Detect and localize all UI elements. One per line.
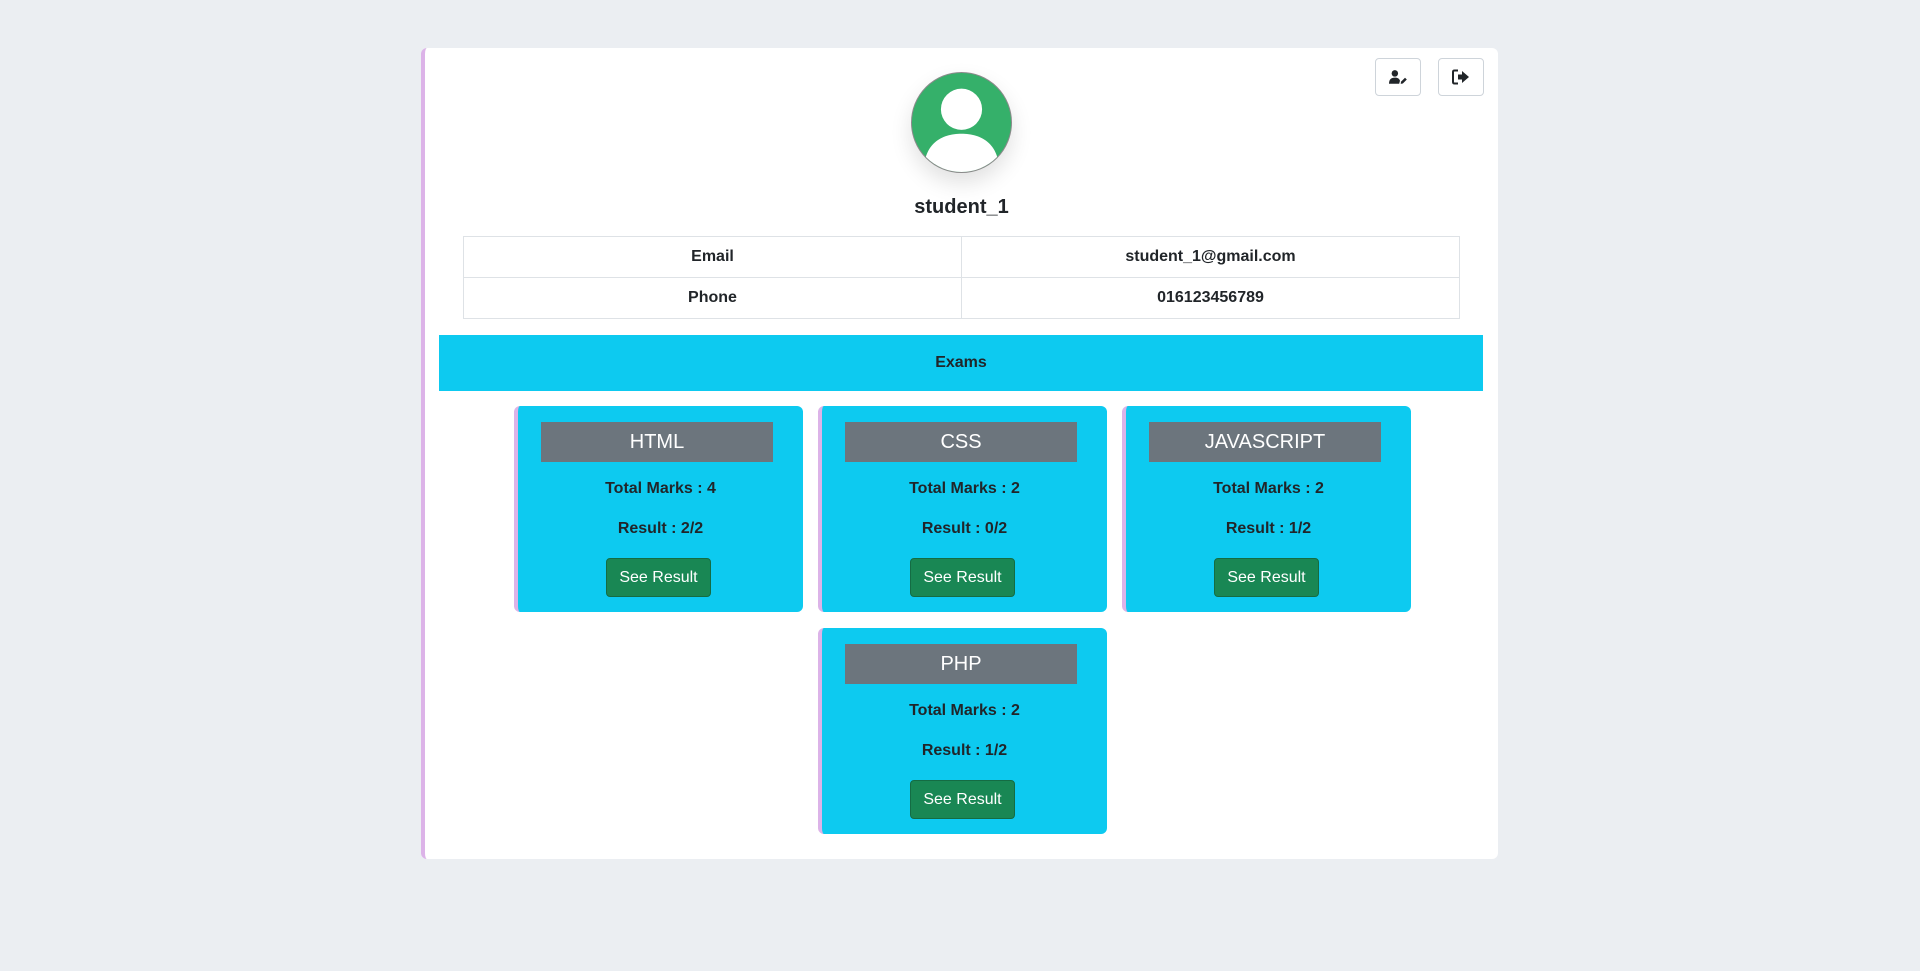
see-result-button[interactable]: See Result — [1214, 558, 1319, 597]
edit-profile-button[interactable] — [1375, 58, 1421, 96]
exam-result: Result : 2/2 — [617, 520, 704, 537]
table-row: Phone 016123456789 — [463, 277, 1460, 319]
see-result-button[interactable]: See Result — [606, 558, 711, 597]
email-value: student_1@gmail.com — [961, 236, 1460, 278]
user-avatar-icon — [923, 88, 1000, 172]
username: student_1 — [914, 196, 1009, 218]
exams-header: Exams — [439, 335, 1483, 391]
exam-result: Result : 1/2 — [1225, 520, 1312, 537]
exam-total-marks: Total Marks : 4 — [605, 480, 716, 497]
profile-panel: student_1 Email student_1@gmail.com Phon… — [421, 48, 1498, 859]
exam-result: Result : 0/2 — [921, 520, 1008, 537]
see-result-button[interactable]: See Result — [910, 558, 1015, 597]
see-result-button[interactable]: See Result — [910, 780, 1015, 819]
exam-card-javascript: JAVASCRIPT Total Marks : 2 Result : 1/2 … — [1122, 406, 1411, 612]
phone-label: Phone — [463, 277, 962, 319]
exam-total-marks: Total Marks : 2 — [909, 480, 1020, 497]
exam-card-title: PHP — [845, 644, 1077, 684]
sign-out-icon — [1452, 69, 1469, 85]
avatar — [911, 72, 1012, 173]
exam-card-html: HTML Total Marks : 4 Result : 2/2 See Re… — [514, 406, 803, 612]
exam-card-title: CSS — [845, 422, 1077, 462]
exam-total-marks: Total Marks : 2 — [1213, 480, 1324, 497]
exam-card-title: JAVASCRIPT — [1149, 422, 1381, 462]
email-label: Email — [463, 236, 962, 278]
profile-info-table: Email student_1@gmail.com Phone 01612345… — [463, 236, 1460, 319]
exam-total-marks: Total Marks : 2 — [909, 702, 1020, 719]
top-actions — [1375, 58, 1484, 96]
exam-card-php: PHP Total Marks : 2 Result : 1/2 See Res… — [818, 628, 1107, 834]
table-row: Email student_1@gmail.com — [463, 236, 1460, 278]
exam-card-css: CSS Total Marks : 2 Result : 0/2 See Res… — [818, 406, 1107, 612]
user-edit-icon — [1389, 70, 1407, 84]
logout-button[interactable] — [1438, 58, 1484, 96]
exam-result: Result : 1/2 — [921, 742, 1008, 759]
phone-value: 016123456789 — [961, 277, 1460, 319]
exam-card-title: HTML — [541, 422, 773, 462]
